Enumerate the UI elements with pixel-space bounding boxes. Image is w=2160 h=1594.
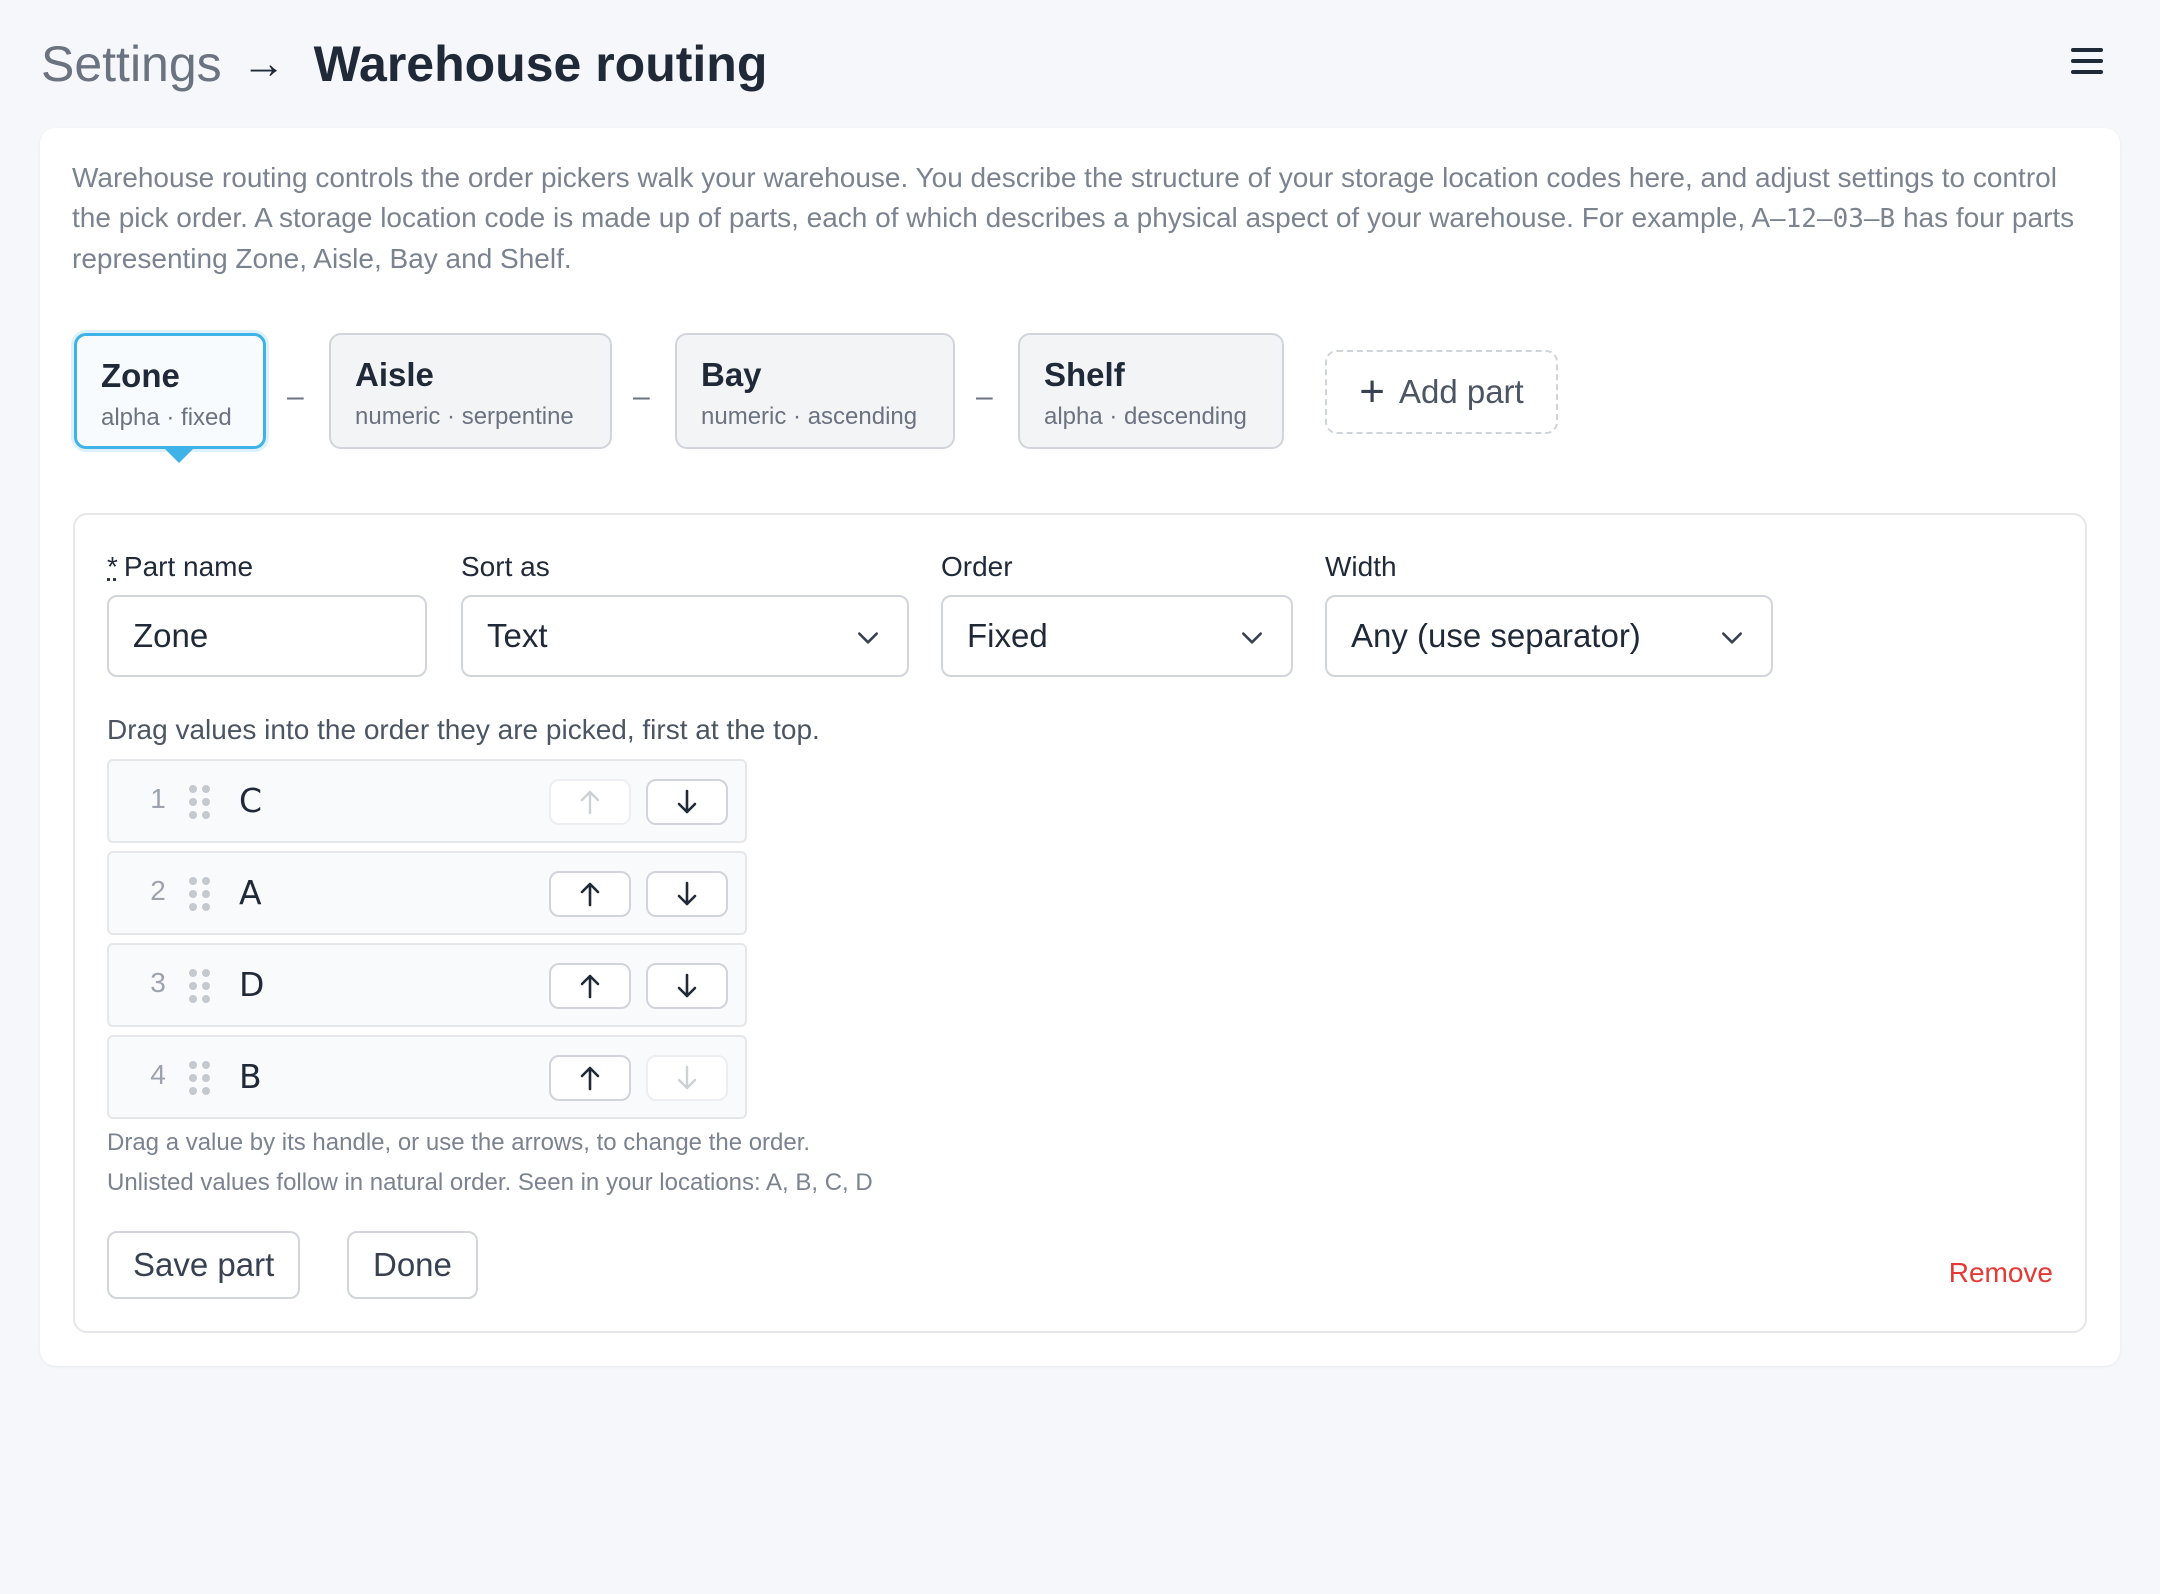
part-name-input[interactable]: Zone <box>107 595 427 677</box>
intro-text: Warehouse routing controls the order pic… <box>72 158 2092 279</box>
chevron-down-icon <box>858 632 878 644</box>
drag-handle-icon[interactable] <box>189 877 211 911</box>
page-header: Settings → Warehouse routing <box>41 32 767 96</box>
hamburger-menu-icon[interactable] <box>2071 48 2103 78</box>
unlisted-values-note: Unlisted values follow in natural order.… <box>107 1169 873 1196</box>
remove-part-link[interactable]: Remove <box>1949 1257 2053 1289</box>
order-value: Fixed <box>967 617 1048 654</box>
part-chip-desc: numeric · ascending <box>701 403 918 430</box>
arrow-down-icon <box>677 1065 697 1090</box>
part-name-value: Zone <box>133 617 209 654</box>
part-chip-name: Bay <box>701 356 762 393</box>
part-chip-name: Aisle <box>355 356 434 393</box>
drag-handle-icon[interactable] <box>189 785 211 819</box>
sort-as-value: Text <box>487 617 548 654</box>
part-chip-zone[interactable]: Zone alpha · fixed <box>74 333 266 463</box>
move-up-button[interactable] <box>549 871 631 917</box>
part-editor-panel: * Part name Zone Sort as Text Order Fixed… <box>73 513 2087 1333</box>
arrow-up-icon <box>580 1066 600 1091</box>
value-row[interactable]: 4 B <box>107 1035 747 1119</box>
part-separator: – <box>287 380 304 413</box>
move-up-button[interactable] <box>549 779 631 825</box>
arrow-down-icon <box>677 789 697 814</box>
part-chip-desc: alpha · fixed <box>101 404 232 431</box>
chevron-down-icon <box>1722 632 1742 644</box>
arrow-down-icon <box>677 881 697 906</box>
arrow-up-icon <box>580 790 600 815</box>
width-value: Any (use separator) <box>1351 617 1641 654</box>
reorder-help-text: Drag a value by its handle, or use the a… <box>107 1129 811 1156</box>
intro-example-code: 12–03–B <box>1785 204 1896 234</box>
breadcrumb-settings[interactable]: Settings <box>41 35 222 93</box>
value-row[interactable]: 3 D <box>107 943 747 1027</box>
order-label: Order <box>941 551 1013 582</box>
part-separator: – <box>976 380 993 413</box>
order-select[interactable]: Fixed <box>941 595 1293 677</box>
done-button[interactable]: Done <box>347 1231 478 1299</box>
part-name-label-text: Part name <box>123 551 254 582</box>
part-chip-bay[interactable]: Bay numeric · ascending <box>675 333 955 449</box>
value-text: C <box>239 781 263 820</box>
arrow-down-icon <box>677 973 697 998</box>
intro-text-part-1: Warehouse routing controls the order pic… <box>72 162 2057 233</box>
active-part-caret-icon <box>165 449 193 463</box>
part-separator: – <box>633 380 650 413</box>
value-position: 2 <box>150 875 166 906</box>
value-position: 1 <box>150 783 166 814</box>
part-name-label: * Part name <box>107 551 253 583</box>
drag-hint: Drag values into the order they are pick… <box>107 714 820 745</box>
sort-as-label: Sort as <box>461 551 550 582</box>
sort-as-select[interactable]: Text <box>461 595 909 677</box>
part-chip-desc: alpha · descending <box>1044 403 1247 430</box>
required-mark: * <box>107 551 118 582</box>
plus-icon: + <box>1359 367 1385 416</box>
page-title: Warehouse routing <box>313 36 768 92</box>
part-chip-desc: numeric · serpentine <box>355 403 574 430</box>
arrow-up-icon <box>580 974 600 999</box>
arrow-up-icon <box>580 882 600 907</box>
add-part-label: Add part <box>1398 373 1524 410</box>
move-down-button[interactable] <box>646 1055 728 1101</box>
move-down-button[interactable] <box>646 779 728 825</box>
part-chip-aisle[interactable]: Aisle numeric · serpentine <box>329 333 612 449</box>
value-text: A <box>239 873 262 912</box>
save-part-button[interactable]: Save part <box>107 1231 301 1299</box>
breadcrumb-arrow-icon: → <box>241 39 286 88</box>
value-row[interactable]: 1 C <box>107 759 747 843</box>
value-row[interactable]: 2 A <box>107 851 747 935</box>
drag-handle-icon[interactable] <box>189 1061 211 1095</box>
width-select[interactable]: Any (use separator) <box>1325 595 1773 677</box>
part-chip-name: Zone <box>101 357 180 394</box>
add-part-button[interactable]: + Add part <box>1325 350 1558 434</box>
move-up-button[interactable] <box>549 1055 631 1101</box>
routing-card: Warehouse routing controls the order pic… <box>40 128 2120 1366</box>
move-up-button[interactable] <box>549 963 631 1009</box>
part-chip-shelf[interactable]: Shelf alpha · descending <box>1018 333 1284 449</box>
part-chip-name: Shelf <box>1044 356 1125 393</box>
move-down-button[interactable] <box>646 871 728 917</box>
value-position: 3 <box>150 967 166 998</box>
value-text: D <box>239 965 265 1004</box>
value-text: B <box>239 1057 262 1096</box>
value-position: 4 <box>150 1059 166 1090</box>
drag-handle-icon[interactable] <box>189 969 211 1003</box>
chevron-down-icon <box>1242 632 1262 644</box>
move-down-button[interactable] <box>646 963 728 1009</box>
width-label: Width <box>1325 551 1397 582</box>
